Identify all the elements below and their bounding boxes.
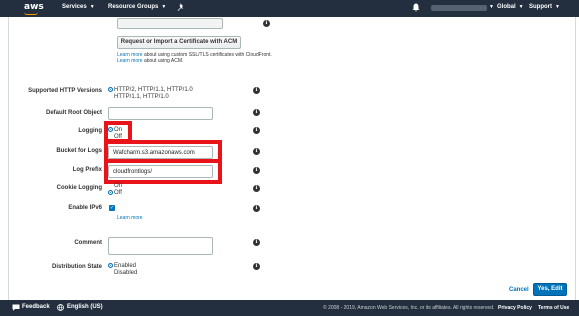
divider — [8, 17, 9, 300]
aws-logo[interactable]: aws — [24, 2, 44, 15]
info-icon[interactable]: i — [253, 87, 260, 94]
info-icon[interactable]: i — [253, 263, 260, 270]
globe-icon — [57, 304, 64, 311]
info-icon[interactable]: i — [253, 148, 260, 155]
highlight-box — [104, 159, 222, 184]
cookie-logging-label: Cookie Logging — [56, 185, 102, 191]
cancel-button[interactable]: Cancel — [509, 287, 529, 294]
radio-selected[interactable] — [108, 87, 113, 92]
yes-edit-button[interactable]: Yes, Edit — [533, 283, 567, 296]
info-icon[interactable]: i — [253, 167, 260, 174]
cookie-off-radio[interactable]: Off — [108, 190, 122, 197]
info-icon[interactable]: i — [253, 127, 260, 134]
footer: Feedback English (US) © 2008 - 2019, Ama… — [0, 300, 579, 316]
log-prefix-label: Log Prefix — [72, 167, 102, 173]
certificate-select[interactable] — [117, 18, 223, 29]
ipv6-label: Enable IPv6 — [68, 205, 102, 211]
resource-groups-menu[interactable]: Resource Groups ▼ — [108, 4, 166, 10]
default-root-label: Default Root Object — [45, 110, 102, 116]
cookie-on-radio[interactable]: On — [114, 183, 122, 190]
http2-radio[interactable]: HTTP/2, HTTP/1.1, HTTP/1.0 — [108, 87, 193, 94]
ipv6-checkbox[interactable]: ✓ — [109, 205, 115, 211]
comment-label: Comment — [74, 240, 102, 246]
chevron-down-icon: ▼ — [161, 4, 167, 10]
services-menu[interactable]: Services ▼ — [62, 4, 95, 10]
distribution-state-label: Distribution State — [51, 264, 102, 270]
radio-selected[interactable] — [108, 190, 113, 195]
http-versions-label: Supported HTTP Versions — [28, 88, 102, 94]
top-navigation: aws Services ▼ Resource Groups ▼ ▼ Global ▼… — [0, 0, 579, 17]
request-certificate-button[interactable]: Request or Import a Certificate with ACM — [117, 36, 241, 49]
cookie-off-label: Off — [114, 190, 122, 196]
http2-label: HTTP/2, HTTP/1.1, HTTP/1.0 — [114, 87, 193, 93]
http1-label: HTTP/1.1, HTTP/1.0 — [114, 94, 169, 100]
http1-radio[interactable]: HTTP/1.1, HTTP/1.0 — [114, 94, 169, 101]
privacy-policy-link[interactable]: Privacy Policy — [498, 305, 532, 311]
info-icon[interactable]: i — [253, 185, 260, 192]
comment-textarea[interactable] — [108, 237, 213, 255]
bell-icon[interactable] — [412, 3, 420, 12]
chevron-down-icon: ▼ — [89, 4, 95, 10]
chevron-down-icon: ▼ — [518, 4, 524, 10]
support-label: Support — [529, 4, 552, 10]
pin-icon[interactable] — [177, 3, 185, 12]
default-root-input[interactable] — [108, 107, 213, 120]
acm-help-text: about using ACM. — [142, 58, 184, 64]
enabled-radio[interactable]: Enabled — [108, 263, 136, 270]
cookie-on-label: On — [114, 183, 123, 189]
chevron-down-icon: ▼ — [555, 4, 560, 10]
learn-more-link[interactable]: Learn more — [117, 215, 143, 222]
support-menu[interactable]: Support ▼ — [529, 4, 560, 10]
radio-selected[interactable] — [108, 263, 113, 268]
account-menu[interactable] — [431, 5, 487, 11]
info-icon[interactable]: i — [253, 239, 260, 246]
feedback-icon — [12, 304, 20, 311]
info-icon[interactable]: i — [253, 205, 260, 212]
distribution-settings-form: i Request or Import a Certificate with A… — [0, 17, 579, 300]
disabled-radio[interactable]: Disabled — [114, 270, 137, 277]
feedback-link[interactable]: Feedback — [22, 304, 50, 310]
disabled-label: Disabled — [114, 270, 138, 276]
terms-of-use-link[interactable]: Terms of Use — [538, 305, 569, 311]
info-icon[interactable]: i — [263, 20, 270, 27]
bucket-label: Bucket for Logs — [56, 148, 102, 154]
region-menu[interactable]: Global ▼ — [497, 4, 524, 10]
logging-label: Logging — [78, 128, 102, 134]
copyright-text: © 2008 - 2019, Amazon Web Services, Inc.… — [323, 305, 495, 311]
resource-groups-label: Resource Groups — [108, 4, 159, 10]
language-selector[interactable]: English (US) — [67, 304, 103, 310]
enabled-label: Enabled — [114, 263, 137, 269]
services-label: Services — [62, 4, 87, 10]
chevron-down-icon: ▼ — [489, 4, 494, 10]
info-icon[interactable]: i — [253, 109, 260, 116]
divider — [575, 17, 576, 300]
learn-more-link[interactable]: Learn more — [117, 58, 143, 64]
region-label: Global — [497, 4, 516, 10]
